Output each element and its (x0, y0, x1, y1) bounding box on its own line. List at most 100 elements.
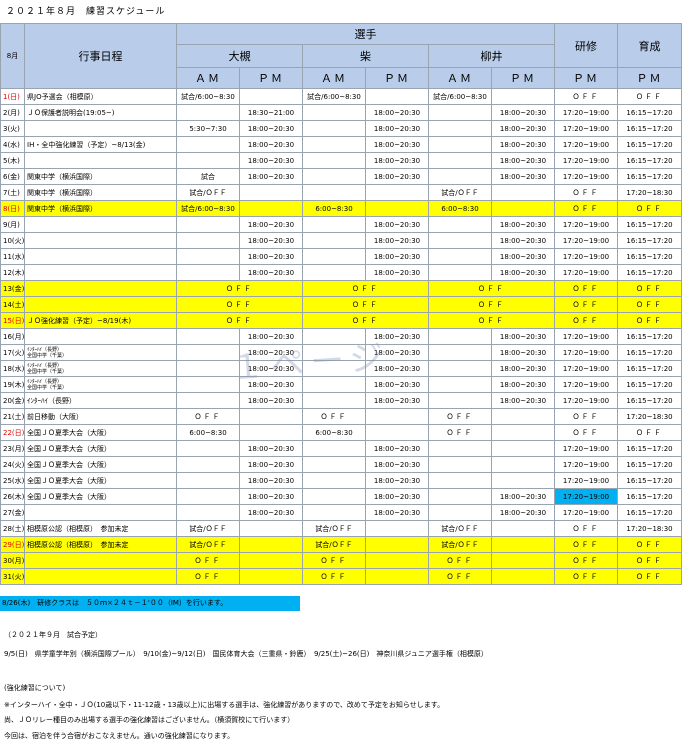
schedule-cell: 18:00~20:30 (490, 504, 556, 521)
schedule-cell (490, 424, 556, 441)
table-row: 19(木) ｲﾝﾀｰﾊｲ（長野） 全国中学（千葉） 18:00~20:30 18:00~… (0, 376, 682, 393)
schedule-cell: 18:00~20:30 (490, 392, 556, 409)
schedule-cell: 18:00~20:30 (239, 440, 303, 457)
schedule-cell (176, 392, 240, 409)
schedule-cell (490, 408, 556, 425)
table-row: 27(金) 18:00~20:30 18:00~20:30 18:00~20:30 17… (0, 504, 682, 521)
schedule-cell: 18:00~20:30 (239, 376, 303, 393)
date-cell: 12(木) (0, 264, 25, 281)
am-header: ＡＭ (302, 67, 366, 89)
schedule-cell (176, 152, 240, 169)
schedule-cell: 18:00~20:30 (239, 216, 303, 233)
off-cell: ＯＦＦ (176, 296, 303, 313)
schedule-cell (490, 456, 556, 473)
date-cell: 29(日) (0, 536, 25, 553)
date-cell: 26(木) (0, 488, 25, 505)
schedule-cell: 18:00~20:30 (490, 488, 556, 505)
event-cell: ｲﾝﾀｰﾊｲ（長野） 全国中学（千葉） (24, 344, 177, 361)
date-cell: 28(土) (0, 520, 25, 537)
schedule-cell (365, 200, 429, 217)
schedule-cell: 17:20~18:30 (617, 520, 682, 537)
schedule-cell: 16:15~17:20 (617, 488, 682, 505)
schedule-cell (490, 472, 556, 489)
off-cell: ＯＦＦ (302, 312, 429, 329)
schedule-cell: 17:20~19:00 (554, 152, 619, 169)
date-cell: 9(月) (0, 216, 25, 233)
schedule-cell (302, 248, 366, 265)
schedule-cell: 18:00~20:30 (365, 488, 429, 505)
schedule-cell (239, 88, 303, 105)
schedule-cell: 16:15~17:20 (617, 504, 682, 521)
off-cell: ＯＦＦ (554, 312, 619, 329)
schedule-cell (365, 536, 429, 553)
schedule-cell: 18:00~20:30 (239, 168, 303, 185)
date-label: 9(月) (3, 220, 20, 229)
event-cell: 全国ＪＯ夏季大会（大阪） (24, 440, 177, 457)
schedule-cell: 試合/ＯＦＦ (428, 536, 492, 553)
date-cell: 13(金) (0, 280, 25, 297)
schedule-cell: 6:00~8:30 (302, 424, 366, 441)
schedule-cell (239, 408, 303, 425)
schedule-cell: 18:00~20:30 (239, 360, 303, 377)
date-label: 30(月) (3, 556, 25, 565)
schedule-cell: 18:00~20:30 (490, 376, 556, 393)
schedule-cell: ＯＦＦ (428, 568, 492, 585)
schedule-cell (428, 136, 492, 153)
schedule-cell (302, 392, 366, 409)
pm-header: ＰＭ (617, 67, 682, 89)
date-cell: 11(水) (0, 248, 25, 265)
schedule-cell (176, 328, 240, 345)
schedule-cell: 試合/6:00~8:30 (176, 200, 240, 217)
schedule-cell (365, 568, 429, 585)
schedule-cell: ＯＦＦ (176, 552, 240, 569)
table-row: 14(土) ＯＦＦ ＯＦＦ ＯＦＦ ＯＦＦ ＯＦＦ (0, 296, 682, 313)
date-label: 6(金) (3, 172, 20, 181)
schedule-cell: 17:20~19:00 (554, 328, 619, 345)
date-cell: 4(水) (0, 136, 25, 153)
schedule-cell: 16:15~17:20 (617, 328, 682, 345)
date-cell: 8(日) (0, 200, 25, 217)
sept-schedule: 9/5(日) 県学童学年別（横浜国際プール） 9/10(金)~9/12(日) 国… (4, 650, 488, 658)
schedule-cell (176, 136, 240, 153)
date-label: 19(木) (3, 380, 25, 389)
schedule-cell: ＯＦＦ (176, 568, 240, 585)
table-row: 18(水) ｲﾝﾀｰﾊｲ（長野） 全国中学（千葉） 18:00~20:30 18:00~… (0, 360, 682, 377)
schedule-cell: ＯＦＦ (302, 568, 366, 585)
off-cell: ＯＦＦ (427, 296, 556, 313)
date-cell: 14(土) (0, 296, 25, 313)
schedule-cell: ＯＦＦ (428, 424, 492, 441)
event-cell: 前日移動（大阪） (24, 408, 177, 425)
schedule-cell: 17:20~19:00 (554, 344, 619, 361)
schedule-cell (176, 504, 240, 521)
schedule-cell: 試合/ＯＦＦ (302, 536, 366, 553)
date-label: 17(火) (3, 348, 25, 357)
date-label: 7(土) (3, 188, 20, 197)
pm-header: ＰＭ (239, 67, 303, 89)
event-cell: 全国ＪＯ夏季大会（大阪） (24, 456, 177, 473)
schedule-cell (239, 200, 303, 217)
date-label: 2(月) (3, 108, 20, 117)
table-row: 23(月) 全国ＪＯ夏季大会（大阪） 18:00~20:30 18:00~20:30 1… (0, 440, 682, 457)
schedule-cell: 18:00~20:30 (365, 168, 429, 185)
schedule-cell (428, 376, 492, 393)
schedule-cell (302, 328, 366, 345)
date-cell: 21(土) (0, 408, 25, 425)
schedule-cell: 17:20~19:00 (554, 264, 619, 281)
schedule-cell (365, 520, 429, 537)
schedule-cell (176, 360, 240, 377)
schedule-cell: 18:00~20:30 (239, 248, 303, 265)
schedule-cell (490, 88, 556, 105)
schedule-cell: 17:20~19:00 (554, 216, 619, 233)
table-row: 29(日) 相模原公認（相模原） 参加未定 試合/ＯＦＦ 試合/ＯＦＦ 試合/ＯＦＦ ＯＦ… (0, 536, 682, 553)
off-cell: ＯＦＦ (176, 280, 303, 297)
ikusei-header: 育成 (617, 23, 682, 68)
schedule-cell: ＯＦＦ (176, 408, 240, 425)
schedule-cell: 17:20~18:30 (617, 184, 682, 201)
schedule-cell (239, 520, 303, 537)
schedule-cell: 試合/ＯＦＦ (302, 520, 366, 537)
schedule-cell: 18:00~20:30 (365, 392, 429, 409)
schedule-cell: 18:00~20:30 (365, 136, 429, 153)
event-cell: ｲﾝﾀｰﾊｲ（長野） 全国中学（千葉） (24, 360, 177, 377)
schedule-cell (176, 440, 240, 457)
schedule-cell: 17:20~19:00 (554, 456, 619, 473)
